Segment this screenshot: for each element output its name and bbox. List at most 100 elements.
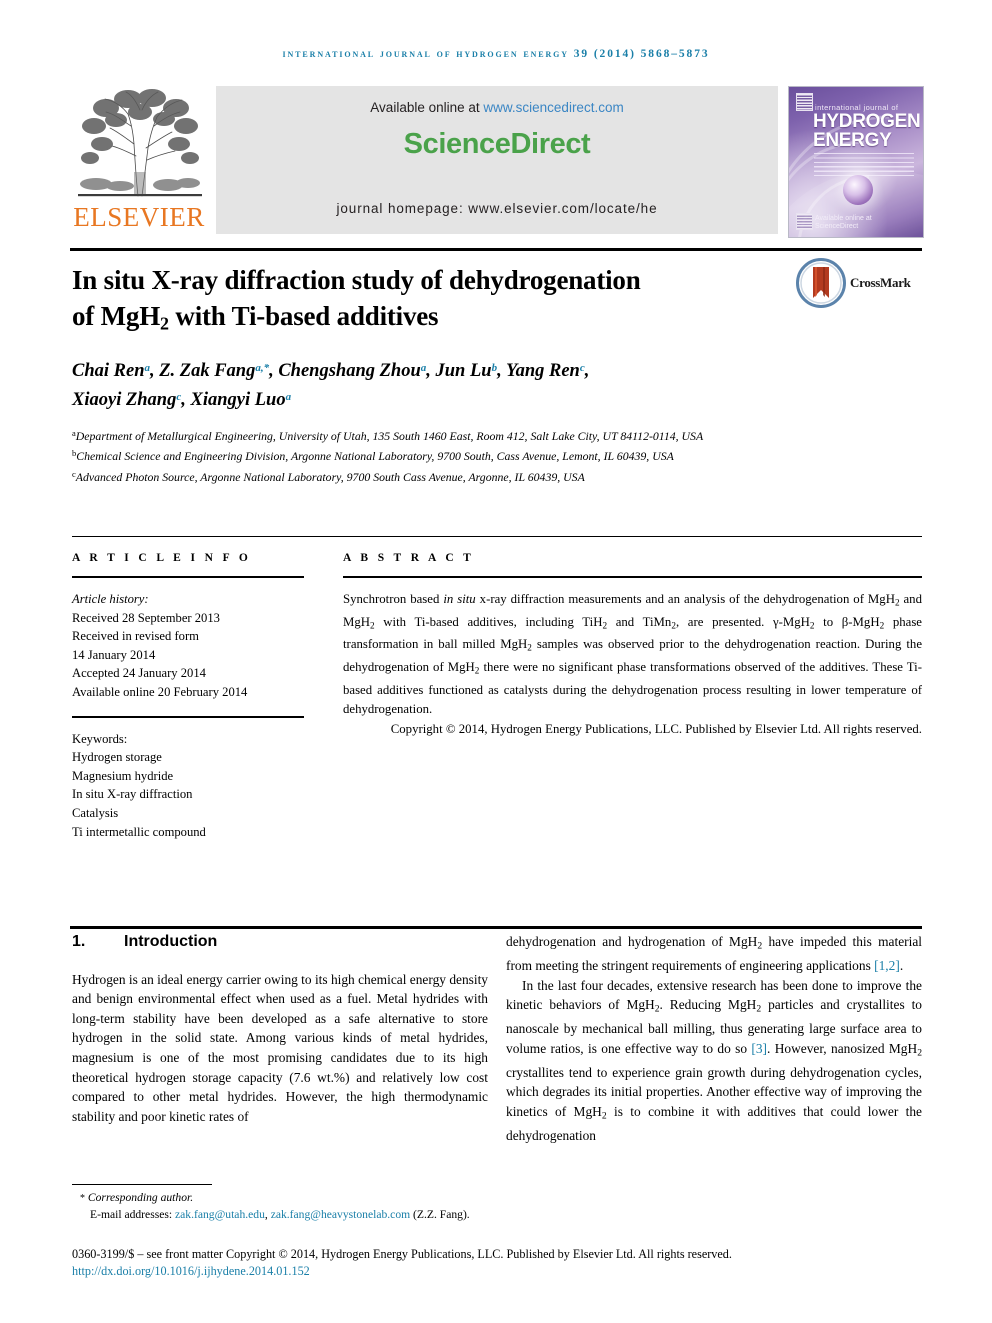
author-item: Xiangyi Luoa xyxy=(190,390,291,410)
author-name: Jun Lu xyxy=(435,360,492,381)
footnote-divider xyxy=(72,1184,212,1185)
author-separator: , xyxy=(269,360,279,381)
cover-title-energy: ENERGY xyxy=(813,130,892,151)
email-link-secondary[interactable]: zak.fang@heavystonelab.com xyxy=(271,1208,410,1221)
body-column-left: 1. Introduction Hydrogen is an ideal ener… xyxy=(72,932,488,1126)
abstract-heading: A B S T R A C T xyxy=(343,552,475,564)
crossmark-label: CrossMark xyxy=(850,275,911,290)
affiliation-list: aDepartment of Metallurgical Engineering… xyxy=(72,425,902,486)
abstract-paragraph: Synchrotron based in situ x-ray diffract… xyxy=(343,592,922,717)
available-online-line: Available online at www.sciencedirect.co… xyxy=(216,100,778,115)
author-name: Yang Ren xyxy=(505,360,580,381)
author-item: Chengshang Zhoua, xyxy=(278,361,435,381)
affiliation-item: aDepartment of Metallurgical Engineering… xyxy=(72,425,902,445)
sciencedirect-logo[interactable]: ScienceDirect xyxy=(216,128,778,161)
page-title: In situ X-ray diffraction study of dehyd… xyxy=(72,262,772,342)
available-online-label: Available online at xyxy=(370,100,480,115)
elsevier-wordmark: ELSEVIER xyxy=(73,202,205,232)
paragraph: Hydrogen is an ideal energy carrier owin… xyxy=(72,971,488,1124)
cover-orb-graphic xyxy=(843,175,873,205)
crossmark-icon[interactable] xyxy=(796,258,846,308)
affiliation-text: Department of Metallurgical Engineering,… xyxy=(75,428,704,443)
keyword-item: Hydrogen storage xyxy=(72,750,162,765)
elsevier-tree-icon xyxy=(76,86,204,203)
author-name: Xiangyi Luo xyxy=(190,389,286,410)
cover-sciencedirect-mark-icon xyxy=(796,213,813,230)
title-line-2-post: with Ti-based additives xyxy=(168,301,439,331)
author-item: Xiaoyi Zhangc, xyxy=(72,390,190,410)
affiliation-item: cAdvanced Photon Source, Argonne Nationa… xyxy=(72,466,902,486)
keyword-item: Magnesium hydride xyxy=(72,768,174,783)
author-list: Chai Rena, Z. Zak Fanga,*, Chengshang Zh… xyxy=(72,355,872,413)
author-name: Z. Zak Fang xyxy=(159,360,256,381)
article-page: international journal of hydrogen energy… xyxy=(0,0,992,1323)
author-name: Chai Ren xyxy=(72,360,145,381)
history-item: Received 28 September 2013 xyxy=(72,610,220,625)
author-item: Chai Rena, xyxy=(72,361,159,381)
history-item: 14 January 2014 xyxy=(72,647,156,662)
title-line-2-pre: of MgH xyxy=(72,301,161,331)
author-separator: , xyxy=(426,360,436,381)
article-info-section: A R T I C L E I N F O Article history: R… xyxy=(72,552,304,841)
abstract-copyright: Copyright © 2014, Hydrogen Energy Public… xyxy=(390,721,922,736)
email-owner: (Z.Z. Fang). xyxy=(410,1208,470,1222)
article-history: Article history: Received 28 September 2… xyxy=(72,590,304,702)
abstract-text: Synchrotron based in situ x-ray diffract… xyxy=(343,590,922,739)
corresponding-author-label: Corresponding author. xyxy=(87,1191,194,1204)
title-subscript: 2 xyxy=(160,313,169,334)
email-link-primary[interactable]: zak.fang@utah.edu xyxy=(175,1208,265,1221)
section-heading-introduction: 1. Introduction xyxy=(72,932,488,952)
paragraph: In the last four decades, extensive rese… xyxy=(506,977,922,1143)
author-item: Jun Lub, xyxy=(436,361,506,381)
body-column-right: dehydrogenation and hydrogenation of MgH… xyxy=(506,932,922,1146)
keywords-section: Keywords: Hydrogen storage Magnesium hyd… xyxy=(72,730,304,842)
keyword-item: In situ X-ray diffraction xyxy=(72,787,193,802)
cover-editor-text-block xyxy=(814,153,914,179)
keywords-label: Keywords: xyxy=(72,731,128,746)
email-label: E-mail addresses: xyxy=(90,1208,173,1222)
corresponding-author-line: * Corresponding author. xyxy=(72,1190,922,1207)
history-item: Received in revised form xyxy=(72,629,199,644)
affiliation-item: bChemical Science and Engineering Divisi… xyxy=(72,445,902,465)
sciencedirect-url-link[interactable]: www.sciencedirect.com xyxy=(483,100,623,115)
journal-cover-thumbnail[interactable]: international journal of HYDROGEN ENERGY… xyxy=(788,86,924,238)
keyword-item: Ti intermetallic compound xyxy=(72,824,206,839)
author-affil-mark: a xyxy=(285,390,292,403)
article-info-rule xyxy=(72,576,304,578)
cover-title-hydrogen: HYDROGEN xyxy=(813,111,921,132)
author-separator: , xyxy=(497,360,506,381)
article-history-label: Article history: xyxy=(72,592,149,606)
body-top-divider xyxy=(70,926,922,929)
paragraph: dehydrogenation and hydrogenation of MgH… xyxy=(506,934,922,973)
author-separator: , xyxy=(149,360,160,381)
crossmark-badge[interactable]: CrossMark xyxy=(796,258,922,310)
cover-elsevier-mark-icon xyxy=(796,93,813,111)
cover-sciencedirect-note: Available online at ScienceDirect xyxy=(815,215,872,230)
email-line: E-mail addresses: zak.fang@utah.edu, zak… xyxy=(72,1207,922,1223)
abstract-rule xyxy=(343,576,922,578)
article-info-heading: A R T I C L E I N F O xyxy=(72,552,252,564)
title-line-1: In situ X-ray diffraction study of dehyd… xyxy=(72,265,641,295)
history-item: Accepted 24 January 2014 xyxy=(72,666,206,681)
journal-masthead: ELSEVIER Available online at www.science… xyxy=(72,84,924,238)
affiliation-text: Chemical Science and Engineering Divisio… xyxy=(76,449,674,464)
author-item: Yang Renc, xyxy=(506,361,589,381)
author-name: Chengshang Zhou xyxy=(278,360,421,381)
author-name: Xiaoyi Zhang xyxy=(72,389,177,410)
keyword-item: Catalysis xyxy=(72,805,119,820)
running-head: international journal of hydrogen energy… xyxy=(282,48,710,60)
author-affil-mark: a,* xyxy=(255,362,270,374)
affiliation-text: Advanced Photon Source, Argonne National… xyxy=(75,469,585,484)
masthead-divider xyxy=(70,248,922,251)
history-item: Available online 20 February 2014 xyxy=(72,684,248,699)
citation-link[interactable]: [1,2] xyxy=(874,958,900,973)
footer-doi-link[interactable]: http://dx.doi.org/10.1016/j.ijhydene.201… xyxy=(72,1264,310,1279)
section-number: 1. xyxy=(72,933,86,950)
author-separator: , xyxy=(584,360,590,381)
journal-homepage-line[interactable]: journal homepage: www.elsevier.com/locat… xyxy=(216,201,778,216)
corresponding-marker: * xyxy=(80,1193,85,1204)
footnote-block: * Corresponding author. E-mail addresses… xyxy=(72,1190,922,1223)
citation-link[interactable]: [3] xyxy=(751,1041,767,1056)
elsevier-logo: ELSEVIER xyxy=(72,84,206,236)
author-item: Z. Zak Fanga,*, xyxy=(159,361,278,381)
